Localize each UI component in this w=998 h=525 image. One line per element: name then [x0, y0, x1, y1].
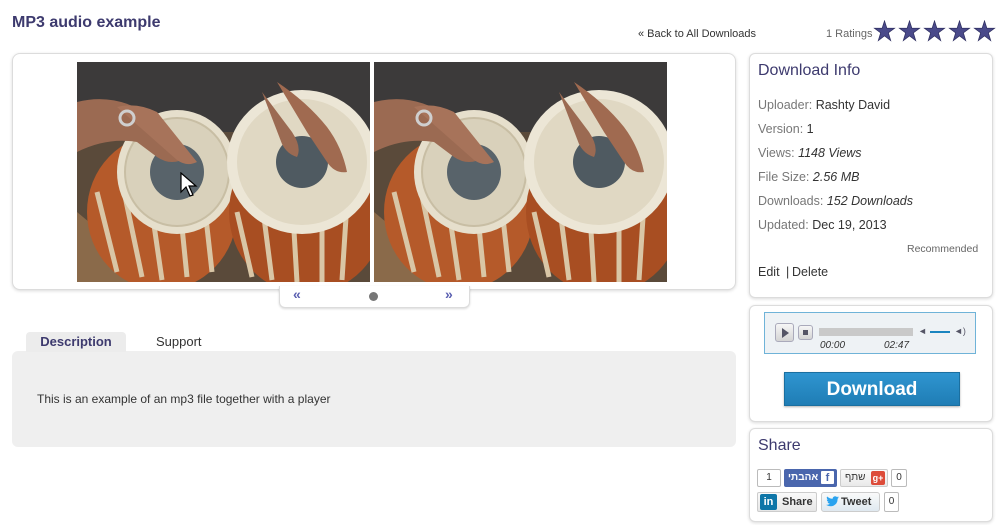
gallery-next-button[interactable]: »: [445, 286, 453, 302]
play-button[interactable]: [775, 323, 794, 342]
google-share-count: 0: [891, 469, 907, 487]
tweet-label: Tweet: [841, 496, 872, 508]
gallery-image-1[interactable]: [77, 62, 370, 282]
uploader-row: Uploader: Rashty David: [758, 98, 890, 112]
version-row: Version: 1: [758, 122, 814, 136]
filesize-row: File Size: 2.56 MB: [758, 170, 859, 184]
star-icon[interactable]: [923, 20, 946, 42]
downloads-label: Downloads:: [758, 194, 824, 208]
back-to-downloads-link[interactable]: « Back to All Downloads: [638, 28, 756, 40]
filesize-value: 2.56 MB: [812, 170, 860, 184]
views-row: Views: 1148 Views: [758, 146, 862, 160]
downloads-value: 152 Downloads: [826, 194, 913, 208]
mouse-cursor-icon: [180, 172, 198, 197]
delete-link[interactable]: Delete: [792, 265, 828, 279]
edit-link[interactable]: Edit: [758, 265, 780, 279]
seek-bar[interactable]: [819, 328, 913, 336]
ratings-count: 1 Ratings: [826, 28, 873, 40]
stop-button[interactable]: [798, 325, 813, 340]
updated-row: Updated: Dec 19, 2013: [758, 218, 887, 232]
facebook-like-label: אהבתי: [788, 472, 819, 483]
version-value: 1: [806, 122, 814, 136]
volume-slider[interactable]: [930, 331, 950, 333]
page-title: MP3 audio example: [12, 14, 161, 31]
google-share-label: שתף: [845, 472, 866, 483]
tab-support[interactable]: Support: [156, 333, 202, 351]
tweet-count: 0: [884, 492, 899, 512]
updated-label: Updated:: [758, 218, 809, 232]
uploader-value: Rashty David: [815, 98, 891, 112]
linkedin-icon: in: [760, 494, 777, 510]
recommended-label: Recommended: [907, 243, 979, 255]
linkedin-share-label: Share: [782, 496, 813, 508]
volume-mute-icon[interactable]: ◄: [918, 326, 927, 336]
updated-value: Dec 19, 2013: [812, 218, 887, 232]
twitter-bird-icon: [826, 496, 839, 507]
facebook-like-count: 1: [757, 469, 781, 487]
version-label: Version:: [758, 122, 804, 136]
total-time: 02:47: [884, 340, 910, 351]
tab-description[interactable]: Description: [26, 332, 126, 352]
download-button[interactable]: Download: [784, 372, 960, 406]
google-share-button[interactable]: שתף g+: [840, 469, 888, 487]
downloads-row: Downloads: 152 Downloads: [758, 194, 913, 208]
google-plus-icon: g+: [871, 471, 885, 485]
edit-delete-separator: |: [786, 265, 790, 279]
download-info-heading: Download Info: [758, 62, 861, 79]
gallery-page-dot[interactable]: [369, 292, 378, 301]
linkedin-share-button[interactable]: in Share: [757, 492, 817, 512]
facebook-icon: f: [821, 471, 834, 484]
views-value: 1148 Views: [798, 146, 862, 160]
star-icon[interactable]: [948, 20, 971, 42]
uploader-label: Uploader:: [758, 98, 813, 112]
volume-max-icon[interactable]: ◄): [954, 326, 966, 336]
star-rating[interactable]: [873, 20, 996, 42]
current-time: 00:00: [820, 340, 846, 351]
gallery-image-2[interactable]: [374, 62, 667, 282]
gallery-prev-button[interactable]: «: [293, 286, 301, 302]
views-label: Views:: [758, 146, 795, 160]
star-icon[interactable]: [873, 20, 896, 42]
share-heading: Share: [758, 437, 801, 454]
facebook-like-button[interactable]: אהבתי f: [784, 469, 837, 487]
twitter-tweet-button[interactable]: Tweet: [821, 492, 880, 512]
star-icon[interactable]: [898, 20, 921, 42]
description-text: This is an example of an mp3 file togeth…: [37, 392, 331, 406]
star-icon[interactable]: [973, 20, 996, 42]
filesize-label: File Size:: [758, 170, 810, 184]
